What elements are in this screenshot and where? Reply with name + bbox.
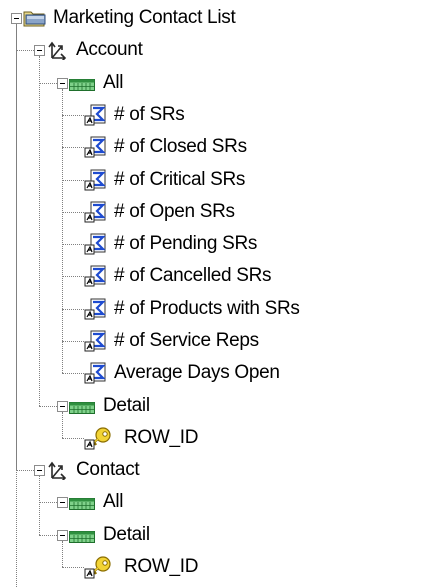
table-icon: [69, 76, 95, 91]
tree-node-label-of-critical-srs[interactable]: # of Critical SRs: [114, 169, 245, 191]
tree-connector-horizontal: [62, 147, 84, 148]
metric-icon: [84, 201, 106, 223]
tree-connector-horizontal: [62, 180, 84, 181]
tree-node-label-of-products-with-srs[interactable]: # of Products with SRs: [114, 298, 300, 320]
tree-connector-vertical: [62, 541, 63, 567]
tree-connector-horizontal: [62, 309, 84, 310]
tree-connector-horizontal: [62, 212, 84, 213]
tree-connector-horizontal: [62, 373, 84, 374]
collapse-toggle[interactable]: [57, 497, 68, 508]
metric-icon: [84, 104, 106, 126]
tree-node-label-of-srs[interactable]: # of SRs: [114, 104, 185, 126]
metric-icon: [84, 330, 106, 352]
tree-node-label-all[interactable]: All: [103, 491, 124, 513]
key-icon: [84, 555, 114, 579]
tree-node-label-marketing-contact-list[interactable]: Marketing Contact List: [53, 7, 236, 29]
tree-node-label-row-id[interactable]: ROW_ID: [124, 427, 199, 449]
table-icon: [69, 399, 95, 414]
metric-icon: [84, 298, 106, 320]
key-icon: [84, 426, 114, 450]
tree-node-label-detail[interactable]: Detail: [103, 395, 150, 417]
tree-connector-vertical: [39, 476, 40, 535]
tree-connector-horizontal: [62, 244, 84, 245]
tree-node-label-row-id[interactable]: ROW_ID: [124, 556, 199, 578]
tree-node-label-account[interactable]: Account: [76, 39, 143, 61]
tree-connector-horizontal: [62, 115, 84, 116]
tree-connector-vertical: [16, 24, 17, 587]
collapse-toggle[interactable]: [34, 45, 45, 56]
collapse-toggle[interactable]: [11, 13, 22, 24]
table-icon: [69, 528, 95, 543]
tree-connector-vertical: [39, 56, 40, 406]
tree-connector-horizontal: [62, 567, 84, 568]
table-icon: [69, 495, 95, 510]
tree-connector-horizontal: [39, 502, 57, 503]
tree-connector-horizontal: [39, 83, 57, 84]
metric-icon: [84, 136, 106, 158]
tree-node-label-of-cancelled-srs[interactable]: # of Cancelled SRs: [114, 265, 272, 287]
tree-connector-vertical: [62, 89, 63, 373]
metric-icon: [84, 362, 106, 384]
tree-connector-vertical: [62, 412, 63, 438]
tree-connector-horizontal: [16, 470, 34, 471]
collapse-toggle[interactable]: [57, 530, 68, 541]
tree-node-label-detail[interactable]: Detail: [103, 524, 150, 546]
metric-icon: [84, 233, 106, 255]
metric-icon: [84, 265, 106, 287]
tree-node-label-average-days-open[interactable]: Average Days Open: [114, 362, 280, 384]
tree-node-label-contact[interactable]: Contact: [76, 459, 140, 481]
tree-node-label-of-closed-srs[interactable]: # of Closed SRs: [114, 136, 247, 158]
tree-connector-horizontal: [62, 438, 84, 439]
tree-view: Marketing Contact List Account All # of SRs…: [0, 0, 427, 587]
tree-connector-horizontal: [39, 406, 57, 407]
tree-connector-horizontal: [62, 341, 84, 342]
collapse-toggle[interactable]: [34, 465, 45, 476]
tree-node-label-of-open-srs[interactable]: # of Open SRs: [114, 201, 235, 223]
tree-connector-horizontal: [39, 535, 57, 536]
dimension-icon: [46, 460, 68, 483]
dimension-icon: [46, 40, 68, 63]
folder-icon: [23, 8, 47, 28]
metric-icon: [84, 169, 106, 191]
collapse-toggle[interactable]: [57, 78, 68, 89]
tree-node-label-of-service-reps[interactable]: # of Service Reps: [114, 330, 259, 352]
tree-node-label-of-pending-srs[interactable]: # of Pending SRs: [114, 233, 257, 255]
tree-connector-horizontal: [62, 276, 84, 277]
tree-node-label-all[interactable]: All: [103, 72, 124, 94]
tree-connector-horizontal: [16, 50, 34, 51]
collapse-toggle[interactable]: [57, 401, 68, 412]
